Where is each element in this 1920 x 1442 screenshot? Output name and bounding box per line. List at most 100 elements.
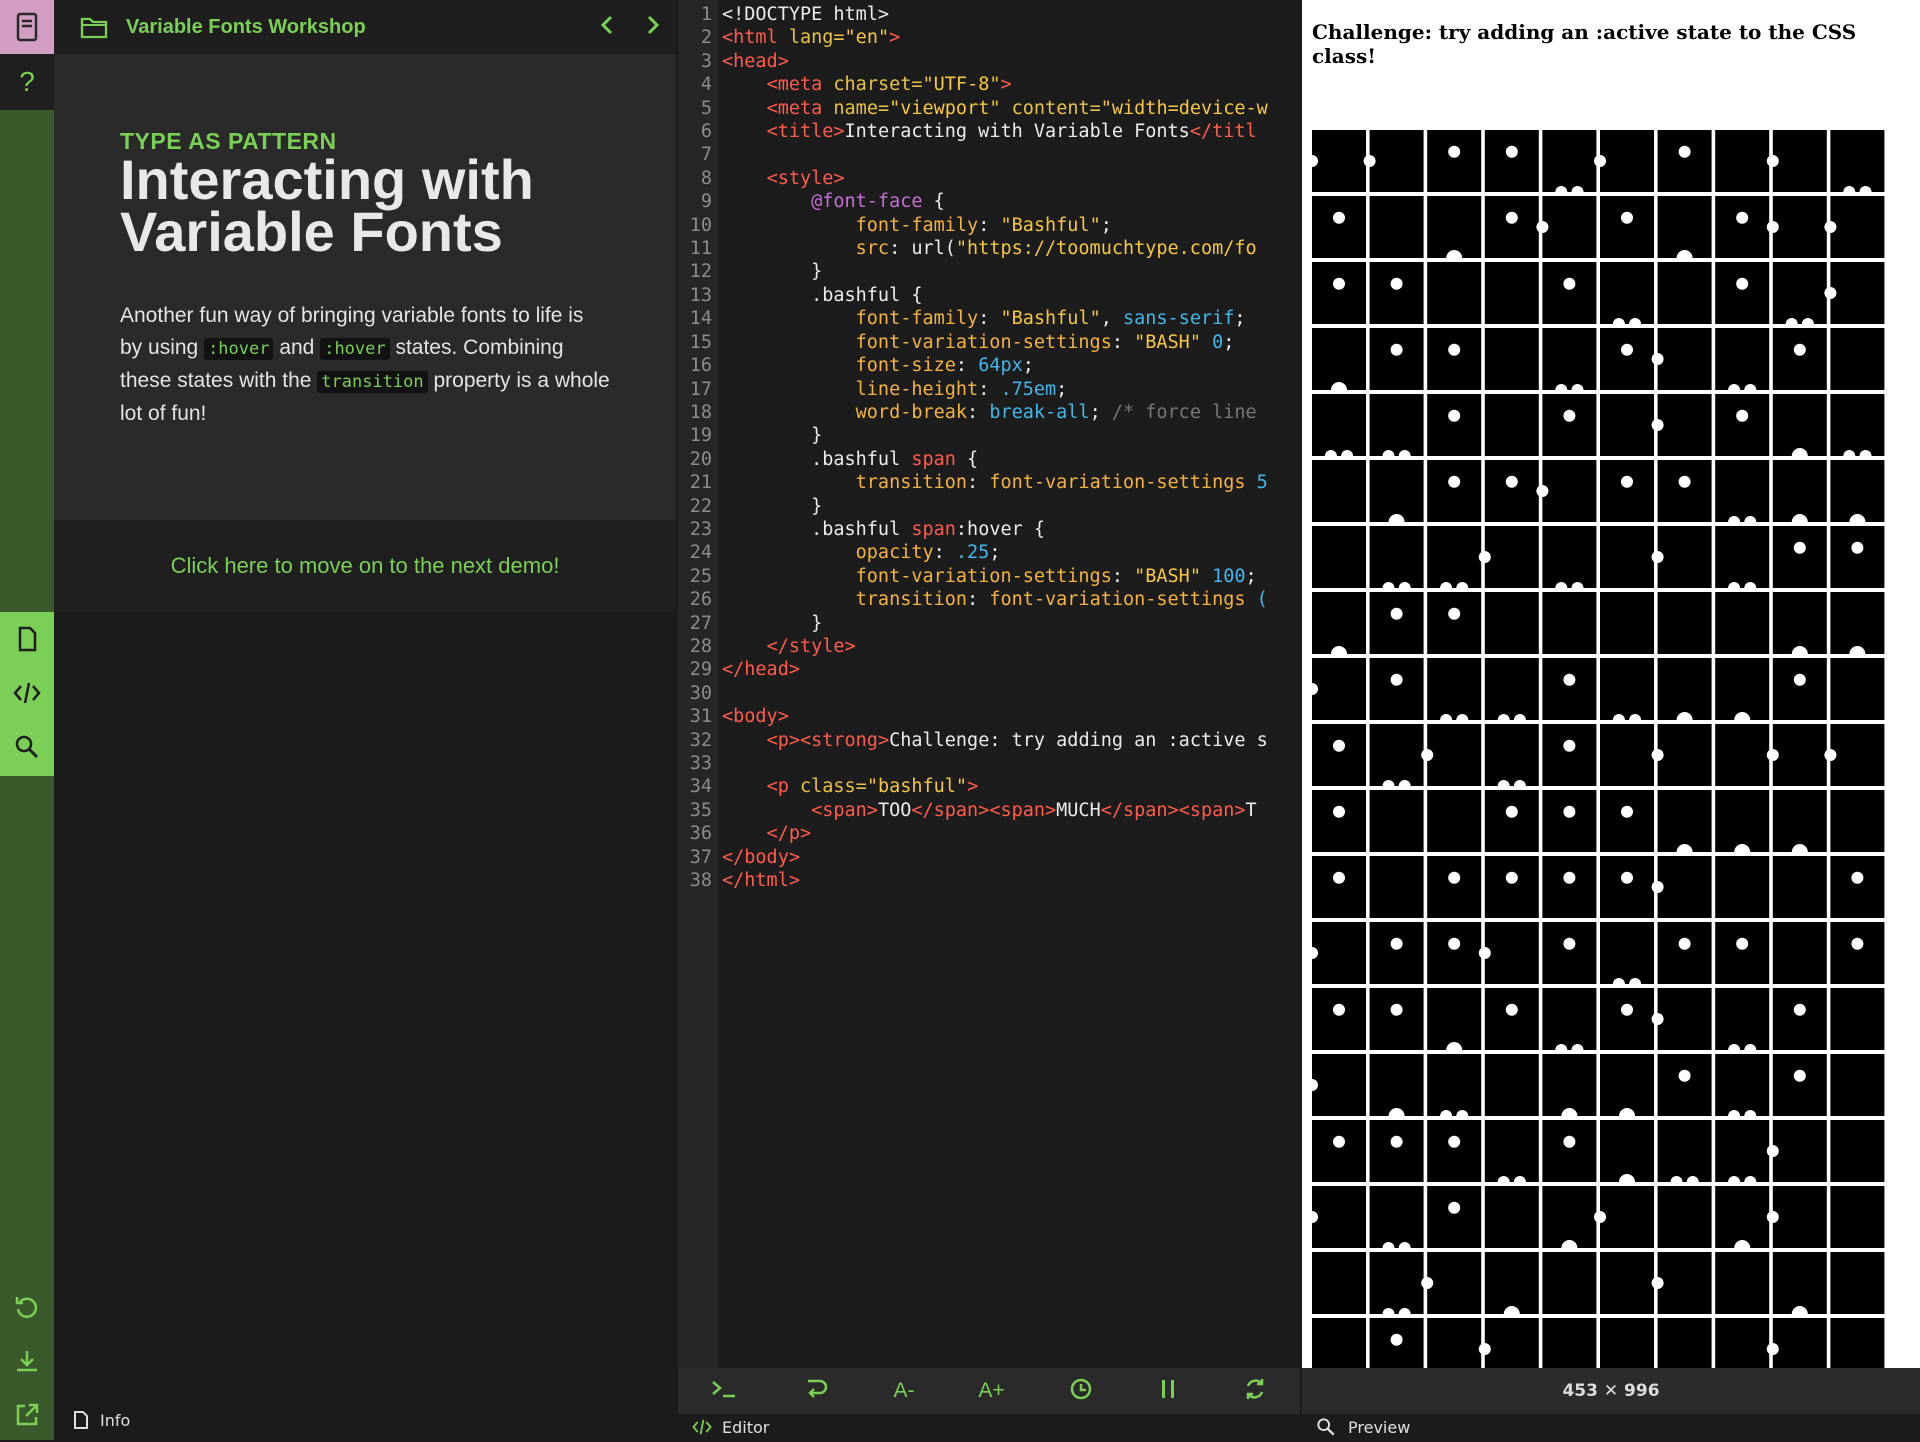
pattern-tile[interactable] bbox=[1657, 1054, 1712, 1116]
pattern-tile[interactable] bbox=[1715, 658, 1770, 728]
pattern-tile[interactable] bbox=[1369, 856, 1424, 918]
pattern-tile[interactable] bbox=[1427, 790, 1482, 852]
pattern-tile[interactable] bbox=[1715, 922, 1770, 984]
code-editor[interactable]: 1 <!DOCTYPE html> 2 <html lang="en"> 3 <hea… bbox=[678, 0, 1300, 1368]
pattern-tile[interactable] bbox=[1651, 724, 1712, 786]
pattern-tile[interactable] bbox=[1484, 1252, 1539, 1322]
pattern-tile[interactable] bbox=[1830, 790, 1885, 852]
pattern-tile[interactable] bbox=[1312, 856, 1366, 918]
pattern-tile[interactable] bbox=[1772, 328, 1827, 390]
pattern-tile[interactable] bbox=[1369, 790, 1424, 852]
pattern-tile[interactable] bbox=[1657, 196, 1712, 266]
pattern-tile[interactable] bbox=[1830, 922, 1885, 984]
pattern-tile[interactable] bbox=[1542, 328, 1597, 396]
pattern-tile[interactable] bbox=[1484, 1186, 1539, 1248]
pattern-tile[interactable] bbox=[1312, 130, 1366, 192]
pattern-tile[interactable] bbox=[1312, 1252, 1366, 1314]
pattern-tile[interactable] bbox=[1600, 1054, 1654, 1124]
pattern-tile[interactable] bbox=[1772, 790, 1827, 860]
pattern-tile[interactable] bbox=[1484, 460, 1539, 522]
pattern-tile[interactable] bbox=[1542, 1186, 1597, 1256]
pattern-tile[interactable] bbox=[1657, 790, 1712, 860]
prev-arrow-button[interactable] bbox=[598, 14, 616, 40]
pattern-tile[interactable] bbox=[1369, 262, 1424, 324]
pattern-tile[interactable] bbox=[1715, 988, 1770, 1056]
pattern-tile[interactable] bbox=[1369, 1054, 1424, 1124]
pattern-tile[interactable] bbox=[1536, 196, 1597, 258]
pattern-tile[interactable] bbox=[1484, 328, 1539, 390]
next-demo-link[interactable]: Click here to move on to the next demo! bbox=[171, 553, 560, 579]
pattern-tile[interactable] bbox=[1312, 1054, 1366, 1116]
pattern-tile[interactable] bbox=[1427, 262, 1482, 324]
open-external-button[interactable] bbox=[0, 1388, 54, 1442]
pattern-tile[interactable] bbox=[1772, 988, 1827, 1050]
pattern-tile[interactable] bbox=[1600, 262, 1654, 330]
pattern-tile[interactable] bbox=[1594, 1186, 1654, 1248]
bashful-pattern[interactable] bbox=[1312, 130, 1912, 1368]
pattern-tile[interactable] bbox=[1369, 988, 1424, 1050]
terminal-button[interactable] bbox=[710, 1377, 738, 1405]
pattern-tile[interactable] bbox=[1830, 856, 1885, 918]
pattern-tile[interactable] bbox=[1427, 988, 1482, 1058]
pattern-tile[interactable] bbox=[1657, 922, 1712, 984]
pattern-tile[interactable] bbox=[1369, 1252, 1424, 1320]
pattern-tile[interactable] bbox=[1312, 460, 1366, 522]
pattern-tile[interactable] bbox=[1542, 790, 1597, 852]
pattern-tile[interactable] bbox=[1427, 1318, 1482, 1368]
pattern-tile[interactable] bbox=[1715, 1186, 1770, 1256]
pattern-tile[interactable] bbox=[1651, 328, 1712, 390]
pattern-tile[interactable] bbox=[1427, 1054, 1482, 1122]
pattern-tile[interactable] bbox=[1369, 1120, 1424, 1182]
pattern-tile[interactable] bbox=[1312, 988, 1366, 1050]
pattern-tile[interactable] bbox=[1772, 922, 1827, 984]
pattern-tile[interactable] bbox=[1542, 394, 1597, 456]
pattern-tile[interactable] bbox=[1427, 922, 1482, 984]
pattern-tile[interactable] bbox=[1484, 394, 1539, 456]
pattern-tile[interactable] bbox=[1830, 328, 1885, 390]
pattern-tile[interactable] bbox=[1657, 1186, 1712, 1248]
pattern-tile[interactable] bbox=[1651, 988, 1712, 1050]
refresh-button[interactable] bbox=[1242, 1376, 1268, 1406]
font-decrease-button[interactable]: A- bbox=[894, 1379, 915, 1403]
pattern-tile[interactable] bbox=[1312, 1120, 1366, 1182]
pattern-tile[interactable] bbox=[1824, 724, 1885, 786]
pattern-tile[interactable] bbox=[1369, 526, 1424, 594]
pattern-tile[interactable] bbox=[1542, 526, 1597, 594]
pattern-tile[interactable] bbox=[1830, 1054, 1885, 1116]
pattern-tile[interactable] bbox=[1369, 196, 1424, 258]
pattern-tile[interactable] bbox=[1830, 1318, 1885, 1368]
pattern-tile[interactable] bbox=[1542, 724, 1597, 786]
wrap-button[interactable] bbox=[802, 1377, 830, 1405]
pattern-tile[interactable] bbox=[1715, 1120, 1770, 1188]
pattern-tile[interactable] bbox=[1484, 130, 1539, 192]
history-button[interactable] bbox=[1068, 1376, 1094, 1406]
pattern-tile[interactable] bbox=[1830, 988, 1885, 1050]
pattern-tile[interactable] bbox=[1600, 988, 1654, 1050]
pattern-tile[interactable] bbox=[1772, 1252, 1827, 1322]
pattern-tile[interactable] bbox=[1715, 196, 1770, 258]
pattern-tile[interactable] bbox=[1369, 394, 1424, 462]
pattern-tile[interactable] bbox=[1312, 922, 1366, 984]
pattern-tile[interactable] bbox=[1312, 196, 1366, 258]
pattern-tile[interactable] bbox=[1542, 1318, 1597, 1368]
pattern-tile[interactable] bbox=[1824, 262, 1885, 324]
pattern-tile[interactable] bbox=[1715, 394, 1770, 456]
pattern-tile[interactable] bbox=[1427, 394, 1482, 456]
book-button[interactable] bbox=[0, 0, 54, 54]
pattern-tile[interactable] bbox=[1772, 460, 1827, 530]
pattern-tile[interactable] bbox=[1542, 1054, 1597, 1124]
pattern-tile[interactable] bbox=[1715, 1252, 1770, 1314]
pattern-tile[interactable] bbox=[1715, 724, 1770, 786]
pattern-tile[interactable] bbox=[1484, 658, 1539, 726]
pattern-tile[interactable] bbox=[1484, 1054, 1539, 1116]
pattern-tile[interactable] bbox=[1772, 394, 1827, 464]
pattern-tile[interactable] bbox=[1427, 328, 1482, 390]
pattern-tile[interactable] bbox=[1369, 328, 1424, 390]
pattern-tile[interactable] bbox=[1427, 1120, 1482, 1182]
pattern-tile[interactable] bbox=[1421, 1252, 1482, 1314]
pattern-tile[interactable] bbox=[1651, 394, 1712, 456]
pattern-tile[interactable] bbox=[1600, 790, 1654, 852]
pattern-tile[interactable] bbox=[1657, 1120, 1712, 1188]
pattern-tile[interactable] bbox=[1600, 1120, 1654, 1190]
reset-button[interactable] bbox=[0, 1280, 54, 1334]
